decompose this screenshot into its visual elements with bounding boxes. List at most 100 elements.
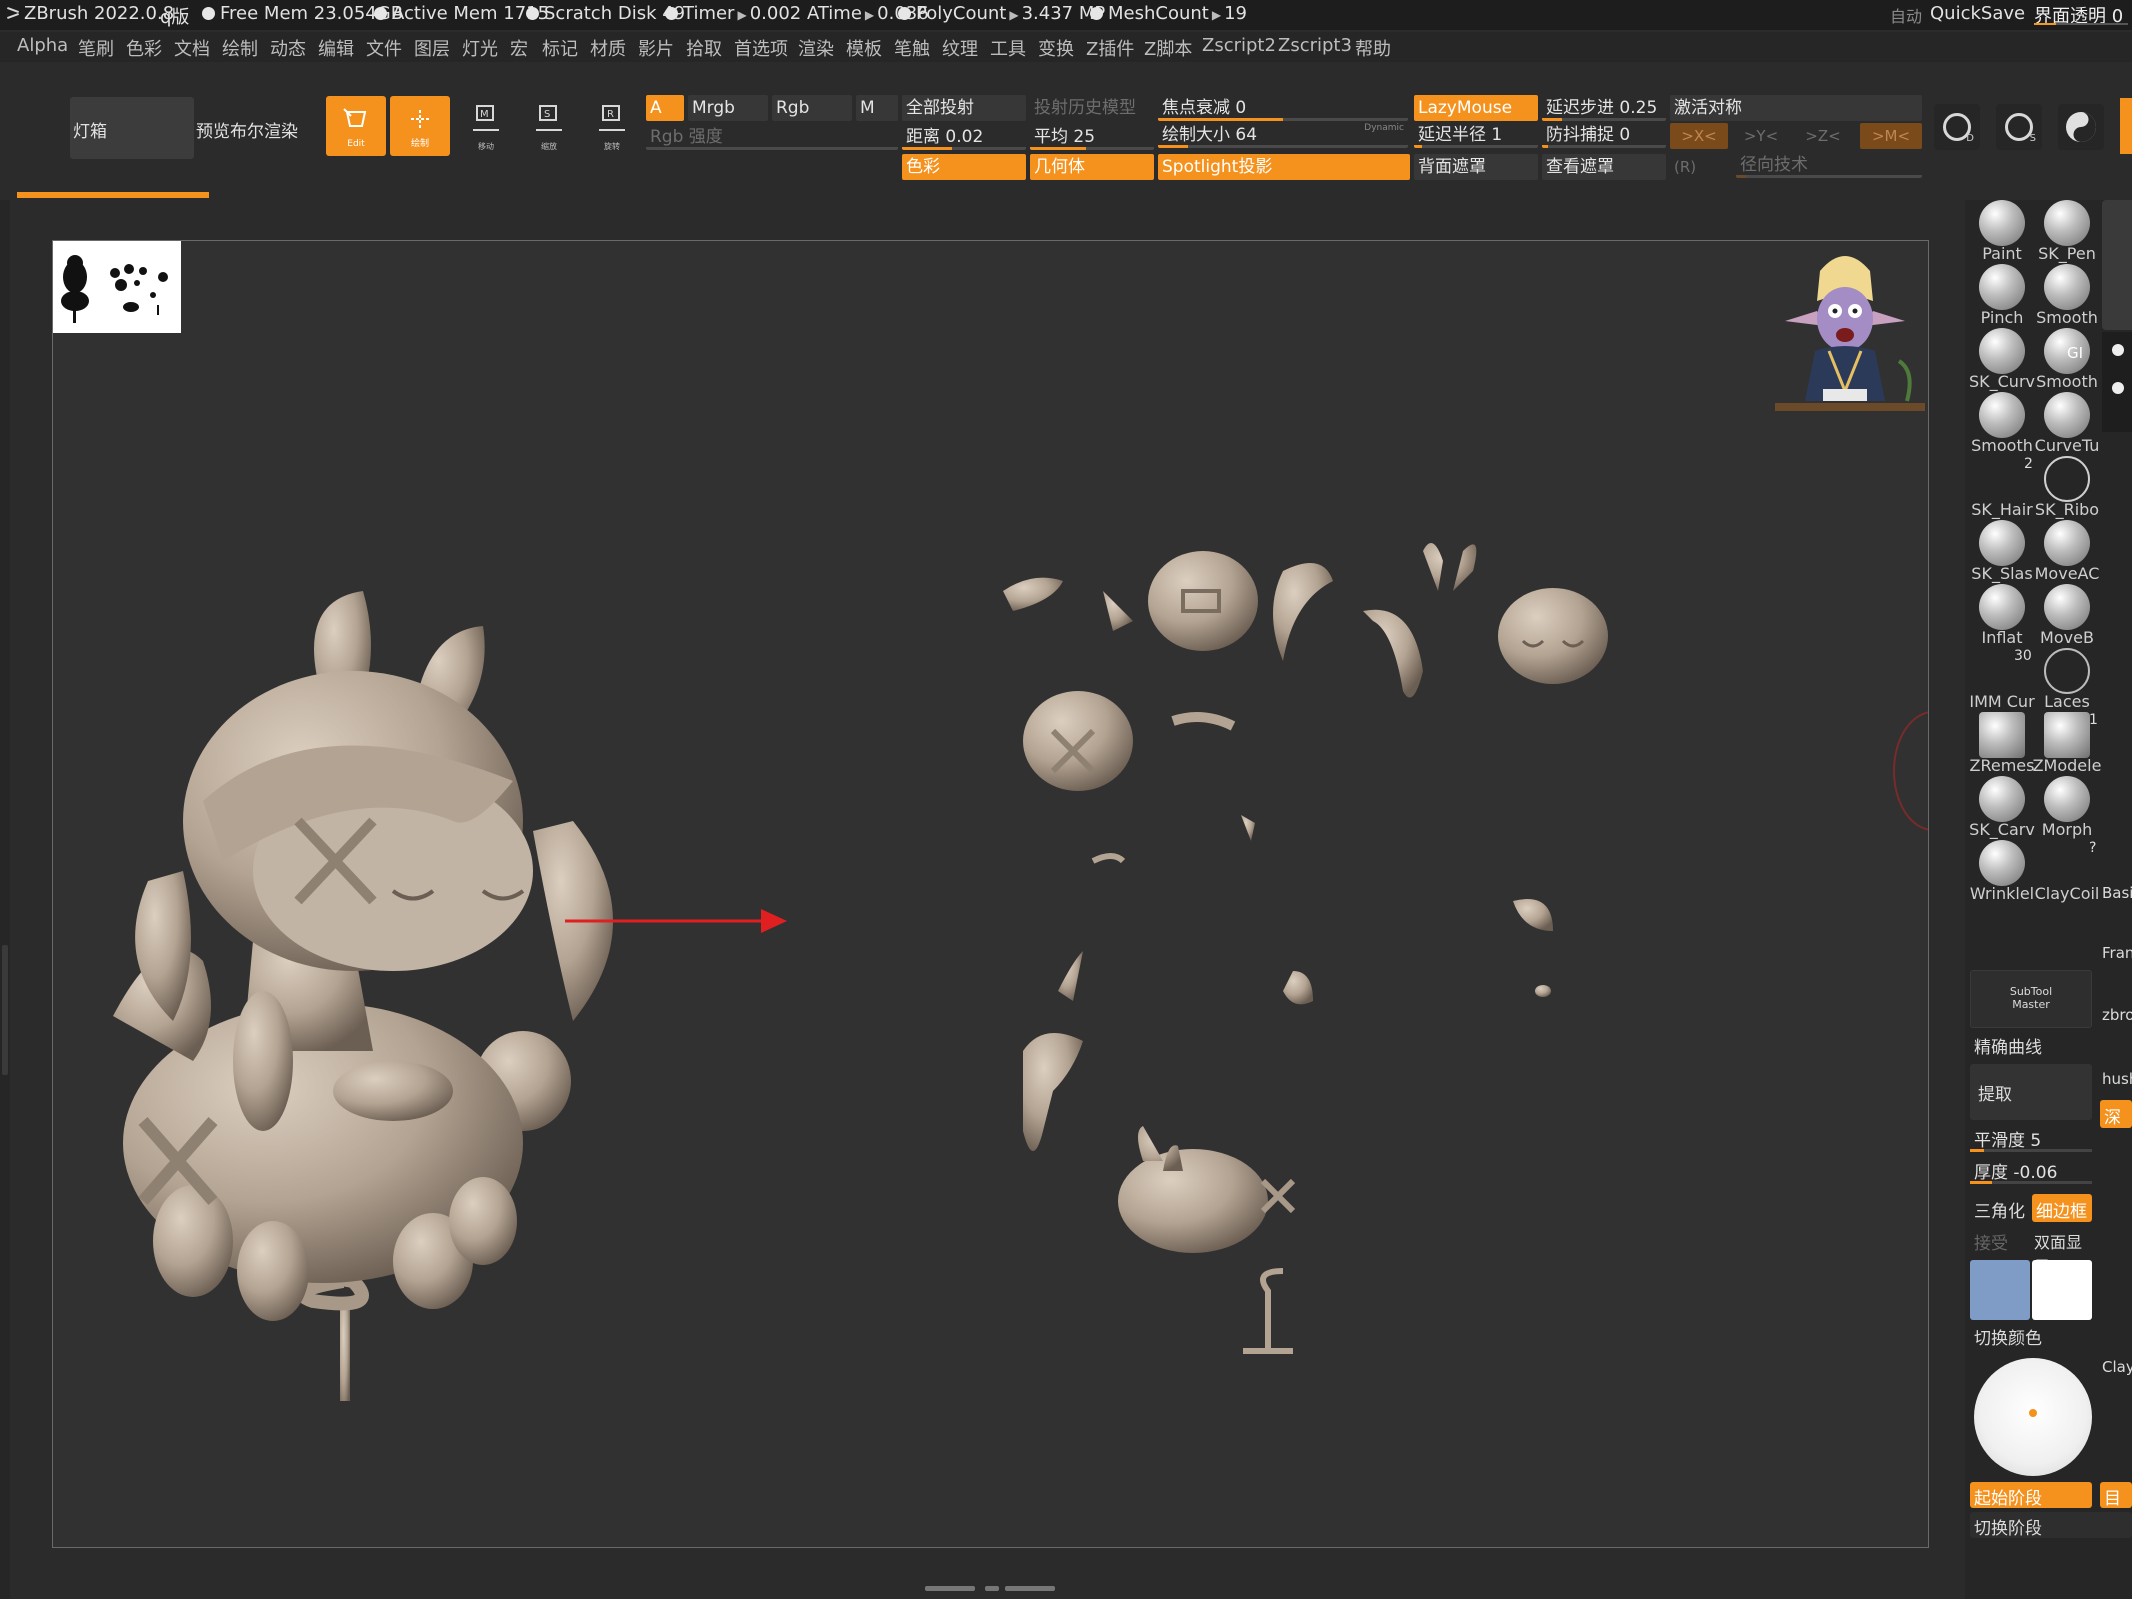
draw-size-slider[interactable]: 绘制大小 64 Dynamic [1158,122,1408,148]
brush-wrinkle[interactable]: Wrinklel [1970,840,2034,904]
brush-sk-carve[interactable]: SK_Carv [1969,776,2035,840]
side-label-zbro[interactable]: zbro [2102,1006,2132,1024]
menu-picker[interactable]: 拾取 [686,35,722,61]
menu-file[interactable]: 文件 [366,35,402,61]
symmetry-m-button[interactable]: >M< [1860,123,1922,149]
target-stage-button[interactable]: 目标 [2100,1482,2132,1508]
brush-sk-pen[interactable]: SK_Pen [2035,200,2099,264]
symmetry-y-button[interactable]: >Y< [1732,123,1790,149]
menu-zscript[interactable]: Z脚本 [1144,35,1192,61]
radial-technique-slider[interactable]: 径向技术 [1736,152,1922,178]
brush-move-ac[interactable]: MoveAC [2035,520,2099,584]
lazymouse-button[interactable]: LazyMouse [1414,95,1538,121]
color-picker-wheel[interactable] [1974,1358,2092,1476]
double-sided-button[interactable]: 双面显示 [2032,1226,2092,1276]
brush-morph[interactable]: Morph [2035,776,2099,840]
extract-button[interactable]: 提取 [1970,1064,2092,1120]
activate-symmetry-button[interactable]: 激活对称 [1670,95,1922,121]
brush-claycoil[interactable]: ? ClayCoil [2035,840,2100,904]
menu-movie[interactable]: 影片 [638,35,674,61]
lazy-step-slider[interactable]: 延迟步进 0.25 [1542,95,1666,121]
fine-border-button[interactable]: 细边框 [2032,1194,2092,1222]
start-stage-button[interactable]: 起始阶段 [1970,1482,2092,1509]
focal-shift-slider[interactable]: 焦点衰减 0 [1158,95,1408,121]
mrgb-button[interactable]: Mrgb [688,95,768,121]
triangulate-button[interactable]: 三角化 [1970,1194,2028,1222]
menu-texture[interactable]: 纹理 [942,35,978,61]
brush-smooth[interactable]: Smooth [2035,264,2099,328]
menu-marker[interactable]: 标记 [542,35,578,61]
backface-mask-button[interactable]: 背面遮罩 [1414,154,1538,180]
bpr-button[interactable]: 预览布尔渲染 [196,117,298,142]
lazy-radius-slider[interactable]: 延迟半径 1 [1414,122,1538,148]
thickness-slider[interactable]: 厚度 -0.06 [1970,1158,2092,1184]
color-tab[interactable] [2120,98,2132,154]
brush-smooth-gi[interactable]: GI Smooth [2035,328,2099,392]
alpha-mode-button[interactable]: A [646,95,684,121]
brush-move-b[interactable]: MoveB [2035,584,2099,648]
brush-sk-curve[interactable]: SK_Curv [1969,328,2035,392]
geometry-projection-button[interactable]: 几何体 [1030,154,1154,180]
rgb-intensity-slider[interactable]: Rgb 强度 [646,124,898,150]
dynamic-toggle[interactable]: Dynamic [1364,122,1404,141]
brush-paint[interactable]: Paint [1970,200,2034,264]
m-button[interactable]: M [856,95,898,121]
bottom-tray-handle[interactable] [925,1586,1055,1592]
symmetry-x-button[interactable]: >X< [1670,123,1728,149]
viewport-canvas[interactable] [52,240,1929,1548]
menu-alpha[interactable]: Alpha [17,35,68,56]
edit-button[interactable]: Edit [326,96,386,156]
lazy-snap-slider[interactable]: 防抖捕捉 0 [1542,122,1666,148]
menu-stencil[interactable]: 模板 [846,35,882,61]
project-all-button[interactable]: 全部投射 [902,95,1026,121]
brush-laces[interactable]: Laces [2035,648,2099,712]
side-label-clay[interactable]: Clay [2102,1358,2132,1376]
menu-tool[interactable]: 工具 [990,35,1026,61]
project-history-button[interactable]: 投射历史模型 [1030,95,1154,121]
rgb-button[interactable]: Rgb [772,95,852,121]
radial-symmetry-button[interactable]: (R) [1670,154,1732,180]
brush-pinch[interactable]: Pinch [1970,264,2034,328]
move-button[interactable]: M 移动 [465,100,507,152]
brush-zmodeler[interactable]: 1 ZModele [2033,712,2101,776]
scale-button[interactable]: S 缩放 [528,100,570,152]
menu-transform[interactable]: 变换 [1038,35,1074,61]
subtool-master-button[interactable]: SubTool Master [1970,970,2092,1028]
menu-material[interactable]: 材质 [590,35,626,61]
menu-edit[interactable]: 编辑 [318,35,354,61]
menu-zplugin[interactable]: Z插件 [1086,35,1134,61]
menu-render[interactable]: 渲染 [798,35,834,61]
main-color-swatch[interactable] [1970,1260,2030,1320]
menu-layer[interactable]: 图层 [414,35,450,61]
rotate-button[interactable]: R 旋转 [591,100,633,152]
menu-macro[interactable]: 宏 [510,35,528,61]
brush-curve-tube[interactable]: CurveTu [2035,392,2099,456]
quicksave-button[interactable]: QuickSave [1930,3,2025,24]
local-symmetry-button[interactable]: D [1934,104,1980,150]
draw-button[interactable]: 绘制 [390,96,450,156]
brush-imm-curve[interactable]: 30 IMM Cur [1969,648,2034,712]
mean-slider[interactable]: 平均 25 [1030,124,1154,150]
lightbox-button[interactable]: 灯箱 [70,97,194,159]
menu-help[interactable]: 帮助 [1355,35,1391,61]
menu-zscript3[interactable]: Zscript3 [1278,35,1352,56]
depth-button[interactable]: 深度 [2100,1100,2132,1128]
brush-smooth-2[interactable]: Smooth [1970,392,2034,456]
menu-draw[interactable]: 绘制 [222,35,258,61]
partial-brush-preview[interactable] [2102,200,2132,330]
ui-transparency-slider[interactable]: 界面透明 0 [2034,2,2128,27]
menu-preferences[interactable]: 首选项 [734,35,788,61]
smoothness-slider[interactable]: 平滑度 5 [1970,1126,2092,1152]
brush-inflate[interactable]: Inflat [1970,584,2034,648]
secondary-color-swatch[interactable] [2032,1260,2092,1320]
accept-button[interactable]: 接受 [1970,1226,2028,1254]
side-label-basic[interactable]: Basi [2102,884,2132,902]
spotlight-projection-button[interactable]: Spotlight投影 [1158,154,1410,180]
view-mask-button[interactable]: 查看遮罩 [1542,154,1666,180]
menu-light[interactable]: 灯光 [462,35,498,61]
menu-color[interactable]: 色彩 [126,35,162,61]
material-button[interactable] [2058,104,2104,150]
switch-color-button[interactable]: 切换颜色 [1974,1324,2042,1349]
menu-dynamics[interactable]: 动态 [270,35,306,61]
menu-stroke[interactable]: 笔触 [894,35,930,61]
